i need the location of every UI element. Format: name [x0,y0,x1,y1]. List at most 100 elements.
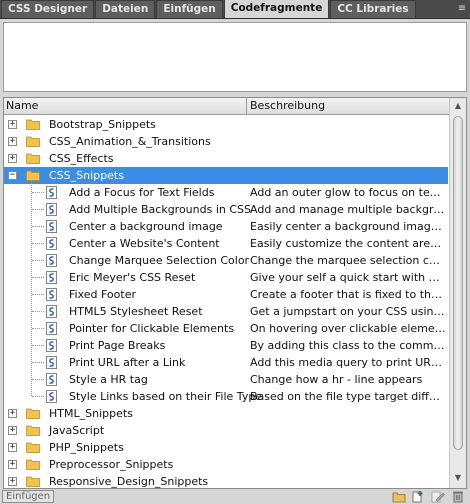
scroll-down-icon[interactable]: ▼ [452,472,464,484]
column-header: Name Beschreibung [4,98,450,115]
tree-folder-php-snippets[interactable]: + PHP_Snippets [4,439,448,456]
expand-icon[interactable]: + [8,460,17,469]
tree-folder-html-snippets[interactable]: + HTML_Snippets [4,405,448,422]
tree-snippet-center-a-background-image[interactable]: Center a background image Easily center a… [4,218,448,235]
snippet-file-icon [46,237,57,250]
tree-connector [32,277,44,278]
snippet-file-icon [46,288,57,301]
tree-connector [32,396,44,397]
expand-icon[interactable]: + [8,477,17,486]
snippet-list-panel: Name Beschreibung + Bootstrap_Snippets + CS… [3,97,467,489]
column-header-description[interactable]: Beschreibung [248,98,450,114]
tree-item-label: Center a background image [69,220,223,233]
snippet-file-icon [46,390,57,403]
tree-item-label: HTML_Snippets [49,407,133,420]
snippet-file-icon [46,220,57,233]
tree-item-label: CSS_Animation_&_Transitions [49,135,211,148]
tree-item-label: JavaScript [49,424,105,437]
folder-icon [26,442,40,453]
tree-item-description: Change how a hr - line appears [250,373,423,386]
tree-connector [32,345,44,346]
tree-folder-css-effects[interactable]: + CSS_Effects [4,150,448,167]
new-snippet-icon[interactable] [411,490,425,503]
tab-files[interactable]: Dateien [95,0,156,18]
tree-connector [32,379,44,380]
tree-item-label: Change Marquee Selection Color [69,254,250,267]
scroll-up-icon[interactable]: ▲ [452,100,464,112]
tree-item-description: Based on the file type target different.… [250,390,446,403]
tree-item-description: Easily center a background image for ... [250,220,446,233]
tree-connector [32,243,44,244]
tree-item-description: Easily customize the content area and... [250,237,446,250]
tree-snippet-eric-meyer-s-css-reset[interactable]: Eric Meyer's CSS Reset Give your self a q… [4,269,448,286]
tree-snippet-pointer-for-clickable-elements[interactable]: Pointer for Clickable Elements On hoverin… [4,320,448,337]
expand-icon[interactable]: + [8,409,17,418]
tree-item-label: CSS_Snippets [49,169,124,182]
snippet-file-icon [46,271,57,284]
snippet-file-icon [46,305,57,318]
tree-snippet-style-a-hr-tag[interactable]: Style a HR tag Change how a hr - line app… [4,371,448,388]
panel-menu-icon[interactable]: ≡ [454,0,470,18]
tree-connector [32,362,44,363]
tree-connector [32,260,44,261]
snippet-file-icon [46,373,57,386]
tree-snippet-print-page-breaks[interactable]: Print Page Breaks By adding this class to… [4,337,448,354]
tree-folder-bootstrap-snippets[interactable]: + Bootstrap_Snippets [4,116,448,133]
folder-icon [26,459,40,470]
new-folder-icon[interactable] [392,490,406,503]
tree-item-label: Print URL after a Link [69,356,186,369]
tree-item-label: PHP_Snippets [49,441,124,454]
tree-folder-preprocessor-snippets[interactable]: + Preprocessor_Snippets [4,456,448,473]
tab-cc-libraries[interactable]: CC Libraries [330,0,416,18]
tree-item-description: Add an outer glow to focus on text fie..… [250,186,446,199]
panel-tab-bar: CSS Designer Dateien Einfügen Codefragme… [0,0,470,19]
tree-item-label: Preprocessor_Snippets [49,458,174,471]
tree-item-label: Print Page Breaks [69,339,166,352]
tree-item-label: CSS_Effects [49,152,114,165]
tree-folder-css-animation-transitions[interactable]: + CSS_Animation_&_Transitions [4,133,448,150]
expand-icon[interactable]: + [8,426,17,435]
tree-folder-javascript[interactable]: + JavaScript [4,422,448,439]
tab-insert[interactable]: Einfügen [156,0,223,18]
expand-icon[interactable]: + [8,443,17,452]
tab-snippets[interactable]: Codefragmente [223,0,330,18]
edit-snippet-icon[interactable] [431,490,445,503]
vertical-scrollbar[interactable]: ▲ ▼ [449,98,466,488]
folder-icon [26,476,40,487]
tree-item-description: Add this media query to print URL aft... [250,356,446,369]
tree-connector [32,294,44,295]
expand-icon[interactable]: + [8,120,17,129]
tree-snippet-html5-stylesheet-reset[interactable]: HTML5 Stylesheet Reset Get a jumpstart on… [4,303,448,320]
tab-css-designer[interactable]: CSS Designer [1,0,95,18]
tree-guide-line [31,180,32,396]
snippet-file-icon [46,322,57,335]
tree-snippet-center-a-website-s-content[interactable]: Center a Website's Content Easily customi… [4,235,448,252]
tree-snippet-fixed-footer[interactable]: Fixed Footer Create a footer that is fixe… [4,286,448,303]
insert-button[interactable]: Einfügen [2,490,55,503]
tree-snippet-style-links-based-on-their-file-type[interactable]: Style Links based on their File Type Base… [4,388,448,405]
tree-item-label: Add Multiple Backgrounds in CSS [69,203,252,216]
folder-icon [26,408,40,419]
tree-folder-css-snippets[interactable]: − CSS_Snippets [4,167,448,184]
tree-folder-responsive-design-snippets[interactable]: + Responsive_Design_Snippets [4,473,448,488]
folder-icon [26,136,40,147]
delete-icon[interactable] [451,490,465,503]
snippet-file-icon [46,356,57,369]
expand-icon[interactable]: + [8,154,17,163]
tree-snippet-add-a-focus-for-text-fields[interactable]: Add a Focus for Text Fields Add an outer … [4,184,448,201]
tree-item-label: Style a HR tag [69,373,148,386]
tree-snippet-change-marquee-selection-color[interactable]: Change Marquee Selection Color Change the… [4,252,448,269]
folder-icon [26,425,40,436]
column-header-name[interactable]: Name [4,98,247,114]
scrollbar-thumb[interactable] [453,116,463,450]
expand-icon[interactable]: + [8,137,17,146]
bottom-toolbar: Einfügen [0,489,470,504]
tree-item-label: Responsive_Design_Snippets [49,475,209,488]
tree-item-label: Fixed Footer [69,288,136,301]
tree-item-description: Create a footer that is fixed to the bo.… [250,288,446,301]
tree-snippet-print-url-after-a-link[interactable]: Print URL after a Link Add this media que… [4,354,448,371]
collapse-icon[interactable]: − [8,171,17,180]
tree-snippet-add-multiple-backgrounds-in-css[interactable]: Add Multiple Backgrounds in CSS Add and m… [4,201,448,218]
tree-item-label: Add a Focus for Text Fields [69,186,215,199]
snippet-preview-area [3,22,467,92]
